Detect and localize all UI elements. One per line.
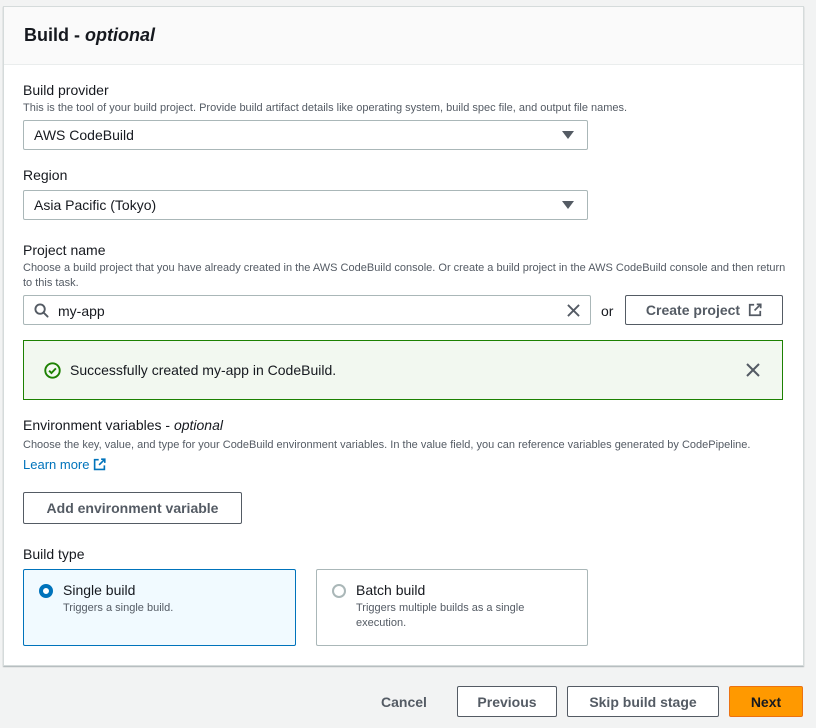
project-name-label: Project name [23, 242, 106, 258]
success-message: Successfully created my-app in CodeBuild… [70, 362, 337, 378]
build-provider-description: This is the tool of your build project. … [23, 102, 628, 114]
panel-header: Build - optional [4, 7, 803, 65]
dismiss-icon[interactable] [746, 363, 760, 377]
learn-more-label: Learn more [23, 457, 90, 472]
batch-build-desc: Triggers multiple builds as a single exe… [356, 602, 525, 629]
project-name-description: Choose a build project that you have alr… [23, 262, 786, 289]
caret-down-icon [562, 131, 574, 139]
env-vars-description: Choose the key, value, and type for your… [23, 436, 783, 476]
single-build-option[interactable]: Single build Triggers a single build. [23, 569, 296, 646]
project-search-value: my-app [58, 303, 105, 319]
create-project-label: Create project [645, 302, 741, 318]
panel-title: Build - [24, 25, 85, 45]
next-button[interactable]: Next [729, 686, 803, 717]
project-search-input[interactable]: my-app [23, 295, 591, 325]
cancel-button[interactable]: Cancel [370, 686, 438, 717]
batch-build-title: Batch build [356, 582, 426, 598]
region-select[interactable]: Asia Pacific (Tokyo) [23, 190, 588, 220]
clear-icon[interactable] [567, 304, 580, 317]
single-build-radio[interactable] [39, 584, 53, 598]
region-label: Region [23, 167, 68, 183]
env-vars-label: Environment variables - optional [23, 417, 223, 433]
single-build-title: Single build [63, 582, 136, 598]
success-alert: Successfully created my-app in CodeBuild… [23, 340, 783, 400]
success-check-icon [44, 362, 61, 379]
env-vars-label-text: Environment variables - [23, 417, 174, 433]
batch-build-radio[interactable] [332, 584, 346, 598]
env-vars-description-text: Choose the key, value, and type for your… [23, 439, 751, 451]
external-link-icon [748, 303, 762, 317]
previous-button[interactable]: Previous [457, 686, 557, 717]
create-project-button[interactable]: Create project [625, 295, 783, 325]
learn-more-link[interactable]: Learn more [23, 457, 106, 472]
region-value: Asia Pacific (Tokyo) [34, 197, 157, 213]
build-provider-select[interactable]: AWS CodeBuild [23, 120, 588, 150]
skip-build-stage-button[interactable]: Skip build stage [567, 686, 719, 717]
build-type-label: Build type [23, 546, 85, 562]
caret-down-icon [562, 201, 574, 209]
add-env-variable-button[interactable]: Add environment variable [23, 492, 242, 524]
batch-build-option[interactable]: Batch build Triggers multiple builds as … [316, 569, 588, 646]
panel-title-optional: optional [85, 25, 155, 45]
env-vars-label-optional: optional [173, 417, 223, 433]
or-text: or [601, 303, 614, 319]
search-icon [34, 303, 49, 318]
external-link-icon [93, 458, 106, 471]
single-build-desc: Triggers a single build. [63, 602, 174, 614]
build-provider-label: Build provider [23, 82, 109, 98]
build-provider-value: AWS CodeBuild [34, 127, 134, 143]
